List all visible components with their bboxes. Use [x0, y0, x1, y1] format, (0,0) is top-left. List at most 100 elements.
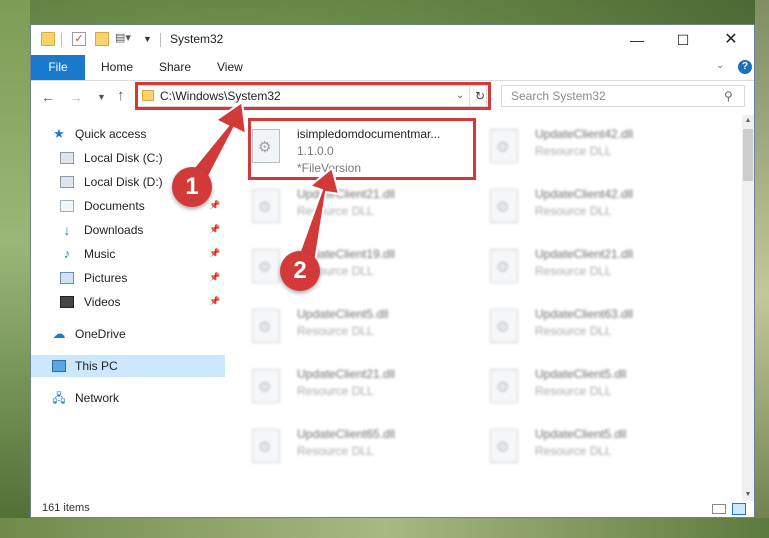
search-input[interactable]: Search System32 ⚲: [501, 85, 745, 107]
dll-file-icon: [252, 189, 280, 223]
file-item[interactable]: UpdateClient65.dll Resource DLL: [226, 419, 456, 475]
sidebar-item-pictures[interactable]: Pictures 📌: [31, 267, 225, 289]
quick-access-toolbar-icon[interactable]: ▤▾: [115, 32, 131, 46]
file-description: Resource DLL: [535, 144, 612, 158]
file-name: UpdateClient65.dll: [297, 427, 396, 441]
sidebar-item-music[interactable]: ♪ Music 📌: [31, 243, 225, 265]
dll-file-icon: [252, 369, 280, 403]
expand-ribbon-chevron-icon[interactable]: ⌄: [716, 60, 724, 71]
videos-icon: [60, 296, 74, 308]
file-item[interactable]: UpdateClient19.dll Resource DLL: [226, 239, 456, 295]
sidebar-item-label: Downloads: [84, 223, 144, 237]
disk-icon: [60, 176, 74, 188]
customize-toolbar-chevron-icon[interactable]: ▼: [143, 32, 157, 46]
forward-arrow-icon[interactable]: →: [69, 89, 83, 105]
window-title: System32: [170, 32, 224, 46]
tab-view[interactable]: View: [217, 55, 243, 80]
file-description: Resource DLL: [535, 204, 612, 218]
minimize-button[interactable]: —: [614, 25, 660, 55]
sidebar-item-label: Documents: [84, 199, 145, 213]
file-name: UpdateClient63.dll: [535, 307, 634, 321]
pin-icon[interactable]: 📌: [209, 224, 220, 235]
file-explorer-window: ✓ ▤▾ ▼ System32 — ☐ ✕ File Home Share Vi…: [30, 24, 755, 518]
file-item[interactable]: UpdateClient5.dll Resource DLL: [464, 419, 694, 475]
sidebar-item-label: Quick access: [75, 127, 147, 141]
file-name: UpdateClient5.dll: [297, 307, 389, 321]
close-button[interactable]: ✕: [708, 25, 754, 55]
pin-icon[interactable]: 📌: [209, 296, 220, 307]
tab-share[interactable]: Share: [159, 55, 191, 80]
sidebar-item-this-pc[interactable]: This PC: [31, 355, 225, 377]
properties-check-icon[interactable]: ✓: [72, 32, 86, 46]
sidebar-item-label: OneDrive: [75, 327, 126, 341]
pictures-icon: [60, 272, 74, 284]
file-description: Resource DLL: [297, 384, 374, 398]
back-arrow-icon[interactable]: ←: [41, 89, 55, 105]
search-icon[interactable]: ⚲: [724, 89, 733, 103]
dll-file-icon: [490, 129, 518, 163]
details-view-icon[interactable]: [712, 504, 726, 514]
dll-file-icon: [490, 189, 518, 223]
file-description: Resource DLL: [535, 264, 612, 278]
documents-icon: [60, 200, 74, 212]
step-1-badge: 1: [172, 167, 212, 207]
scroll-up-arrow-icon[interactable]: ▲: [742, 115, 754, 127]
star-icon: ★: [53, 126, 65, 141]
sidebar-item-label: Pictures: [84, 271, 128, 285]
file-item-highlight: [248, 118, 476, 180]
file-description: Resource DLL: [297, 204, 374, 218]
file-description: Resource DLL: [535, 444, 612, 458]
sidebar-item-label: Music: [84, 247, 116, 261]
help-icon[interactable]: ?: [738, 60, 752, 74]
dll-file-icon: [490, 369, 518, 403]
file-item[interactable]: UpdateClient63.dll Resource DLL: [464, 299, 694, 355]
pin-icon[interactable]: 📌: [209, 200, 220, 211]
desktop-wallpaper-right: [755, 0, 769, 538]
file-item[interactable]: UpdateClient21.dll Resource DLL: [226, 359, 456, 415]
up-arrow-icon[interactable]: ↑: [117, 87, 125, 104]
dll-file-icon: [252, 249, 280, 283]
sidebar-item-label: Videos: [84, 295, 121, 309]
sidebar-item-network[interactable]: 🖧 Network: [31, 387, 225, 409]
file-item[interactable]: UpdateClient21.dll Resource DLL: [226, 179, 456, 235]
network-icon: 🖧: [52, 391, 66, 405]
maximize-button[interactable]: ☐: [660, 25, 706, 55]
file-name: UpdateClient21.dll: [297, 367, 396, 381]
sidebar-item-label: Local Disk (C:): [84, 151, 163, 165]
sidebar-item-local-disk-c[interactable]: Local Disk (C:): [31, 147, 225, 169]
file-item[interactable]: UpdateClient21.dll Resource DLL: [464, 239, 694, 295]
desktop-wallpaper-left: [0, 0, 30, 538]
tiles-view-icon[interactable]: [732, 503, 746, 515]
file-item[interactable]: UpdateClient5.dll Resource DLL: [226, 299, 456, 355]
file-name: UpdateClient21.dll: [297, 187, 396, 201]
download-icon: ↓: [63, 222, 71, 238]
scroll-down-arrow-icon[interactable]: ▼: [742, 489, 754, 501]
file-item[interactable]: UpdateClient5.dll Resource DLL: [464, 359, 694, 415]
file-item[interactable]: UpdateClient42.dll Resource DLL: [464, 119, 694, 175]
title-bar: ✓ ▤▾ ▼ System32 — ☐ ✕: [31, 25, 754, 55]
scrollbar-thumb[interactable]: [743, 129, 753, 181]
tab-file[interactable]: File: [31, 55, 85, 80]
sidebar-item-quick-access[interactable]: ★ Quick access: [31, 123, 225, 145]
tab-home[interactable]: Home: [101, 55, 133, 80]
file-item[interactable]: UpdateClient42.dll Resource DLL: [464, 179, 694, 235]
sidebar-item-videos[interactable]: Videos 📌: [31, 291, 225, 313]
dll-file-icon: [252, 309, 280, 343]
new-folder-icon[interactable]: [95, 32, 109, 46]
sidebar-item-label: Network: [75, 391, 120, 405]
pin-icon[interactable]: 📌: [209, 272, 220, 283]
search-placeholder[interactable]: Search System32: [511, 89, 606, 103]
sidebar-item-downloads[interactable]: ↓ Downloads 📌: [31, 219, 225, 241]
dll-file-icon: [490, 429, 518, 463]
vertical-scrollbar[interactable]: ▲ ▼: [742, 115, 754, 501]
step-2-badge: 2: [280, 251, 320, 291]
recent-locations-chevron-icon[interactable]: ▼: [97, 92, 106, 102]
dll-file-icon: [490, 249, 518, 283]
pin-icon[interactable]: 📌: [209, 248, 220, 259]
file-name: UpdateClient5.dll: [535, 427, 627, 441]
file-name: UpdateClient42.dll: [535, 187, 634, 201]
sidebar-item-onedrive[interactable]: ☁ OneDrive: [31, 323, 225, 345]
file-description: Resource DLL: [297, 324, 374, 338]
status-bar: 161 items: [31, 501, 754, 517]
cloud-icon: ☁: [52, 326, 66, 341]
